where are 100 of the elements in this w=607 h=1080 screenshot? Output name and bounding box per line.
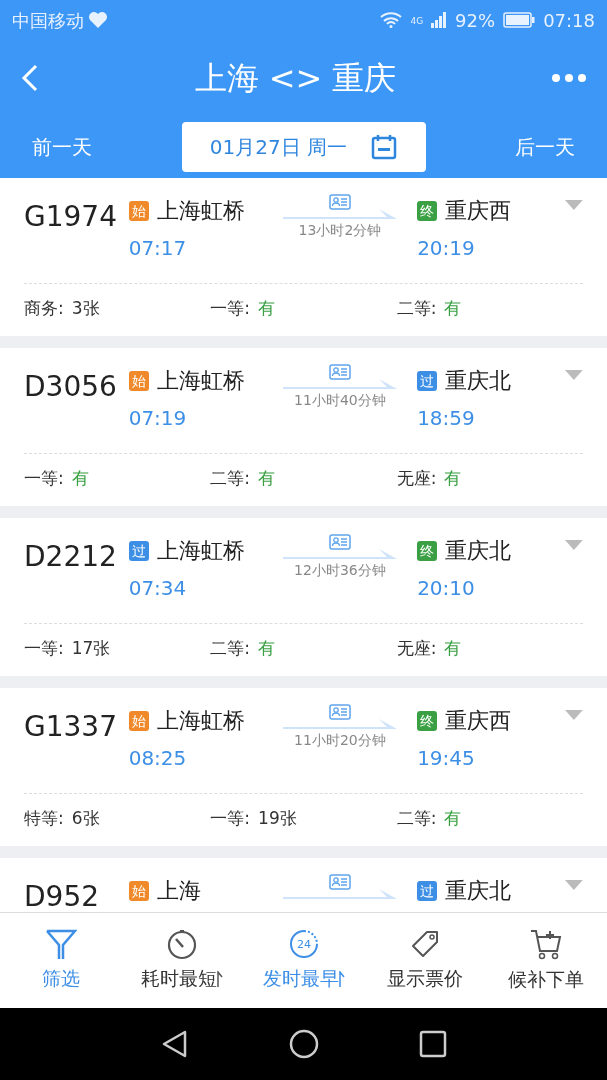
- clock-time: 07:18: [543, 8, 595, 33]
- time-text: 20:19: [417, 235, 476, 262]
- station-name: 上海虹桥: [156, 707, 245, 735]
- train-card[interactable]: D952 始 上海 过 重庆北: [0, 858, 607, 912]
- battery-percent: 92%: [455, 8, 496, 33]
- time-text: 07:17: [128, 235, 188, 262]
- seat-class: 一等:: [24, 467, 64, 490]
- sort-icon: [217, 970, 224, 987]
- train-number: D952: [24, 879, 100, 912]
- seat-availability: 6张: [71, 807, 100, 830]
- station-name: 重庆西: [445, 197, 512, 225]
- id-card-icon: [328, 194, 351, 210]
- station-name: 重庆北: [445, 367, 512, 395]
- sort-icon: [338, 970, 345, 987]
- seat-class: 商务:: [24, 297, 64, 320]
- seat-availability: 有: [258, 297, 276, 320]
- seat-class: 二等:: [396, 297, 437, 320]
- station-tag: 始: [128, 710, 149, 731]
- signal-icon: [431, 12, 448, 28]
- wifi-icon: [380, 12, 403, 28]
- time-text: 19:45: [417, 745, 476, 772]
- station-tag: 始: [128, 880, 149, 901]
- network-label: 4G: [410, 14, 424, 28]
- date-picker[interactable]: 01月27日 周一: [181, 121, 426, 172]
- id-card-icon: [328, 704, 351, 720]
- seat-class: 一等:: [24, 637, 64, 660]
- station-tag: 终: [417, 710, 438, 731]
- seat-availability: 19张: [258, 807, 297, 830]
- heart-icon: [88, 11, 108, 29]
- seat-availability: 有: [444, 467, 462, 490]
- seat-availability: 有: [444, 807, 462, 830]
- station-tag: 过: [417, 370, 438, 391]
- train-card[interactable]: D3056 始 上海虹桥 07:19 11小时40分钟 过 重庆北 18:59 一等: 有 二等: 有 无座: 有: [0, 348, 607, 506]
- toolbar-button[interactable]: 显示票价: [364, 928, 486, 993]
- seat-class: 无座:: [396, 637, 437, 660]
- time-text: 07:19: [128, 405, 188, 432]
- seat-class: 无座:: [396, 467, 437, 490]
- seat-availability: 有: [444, 637, 462, 660]
- icon-number: 24: [296, 938, 311, 952]
- toolbar-button[interactable]: 耗时最短: [121, 928, 243, 993]
- stopwatch-icon: [166, 928, 199, 961]
- seat-class: 特等:: [24, 807, 64, 830]
- train-card[interactable]: G1337 始 上海虹桥 08:25 11小时20分钟 终 重庆西 19:45 特等: 6张 一等: 19张 二等: 有: [0, 688, 607, 846]
- home-nav-icon[interactable]: [288, 1029, 319, 1059]
- battery-icon: [503, 12, 536, 28]
- station-name: 重庆北: [445, 537, 512, 565]
- calendar-icon: [371, 133, 398, 160]
- duration-text: 11小时20分钟: [294, 731, 386, 750]
- station-tag: 过: [128, 540, 149, 561]
- time-text: 20:10: [417, 575, 476, 602]
- duration-text: 11小时40分钟: [294, 391, 386, 410]
- page-title: 上海 <> 重庆: [194, 57, 397, 99]
- seat-availability: 有: [444, 297, 462, 320]
- expand-icon[interactable]: [565, 370, 583, 380]
- train-number: G1337: [24, 709, 118, 745]
- train-number: G1974: [24, 199, 118, 235]
- time-text: 18:59: [417, 405, 476, 432]
- expand-icon[interactable]: [565, 710, 583, 720]
- station-name: 重庆北: [445, 877, 512, 905]
- expand-icon[interactable]: [565, 540, 583, 550]
- train-number: D2212: [24, 539, 118, 575]
- carrier-name: 中国移动: [12, 8, 84, 33]
- filter-icon: [44, 928, 77, 961]
- cart-icon: [529, 927, 564, 962]
- id-card-icon: [328, 364, 351, 380]
- station-tag: 终: [417, 200, 438, 221]
- id-card-icon: [328, 874, 351, 890]
- station-name: 上海虹桥: [156, 367, 245, 395]
- seat-class: 二等:: [210, 467, 251, 490]
- seat-availability: 17张: [71, 637, 111, 660]
- back-icon[interactable]: [20, 62, 40, 93]
- seat-availability: 有: [258, 467, 276, 490]
- seat-class: 二等:: [210, 637, 251, 660]
- back-nav-icon[interactable]: [160, 1029, 189, 1059]
- seat-availability: 有: [258, 637, 276, 660]
- expand-icon[interactable]: [565, 200, 583, 210]
- seat-availability: 3张: [71, 297, 100, 320]
- seat-class: 一等:: [210, 297, 251, 320]
- station-tag: 过: [417, 880, 438, 901]
- more-icon[interactable]: [551, 72, 587, 83]
- expand-icon[interactable]: [565, 880, 583, 890]
- station-name: 上海: [156, 877, 201, 905]
- train-number: D3056: [24, 369, 118, 405]
- duration-text: 12小时36分钟: [294, 561, 386, 580]
- toolbar-button[interactable]: 候补下单: [485, 927, 607, 994]
- station-tag: 始: [128, 200, 149, 221]
- train-card[interactable]: G1974 始 上海虹桥 07:17 13小时2分钟 终 重庆西 20:19 商务: 3张 一等: 有 二等: 有: [0, 178, 607, 336]
- station-tag: 终: [417, 540, 438, 561]
- station-name: 上海虹桥: [156, 537, 245, 565]
- seat-class: 一等:: [210, 807, 251, 830]
- time-text: 07:34: [128, 575, 188, 602]
- time-text: 08:25: [128, 745, 188, 772]
- id-card-icon: [328, 534, 351, 550]
- station-name: 上海虹桥: [156, 197, 245, 225]
- seat-availability: 有: [71, 467, 89, 490]
- train-card[interactable]: D2212 过 上海虹桥 07:34 12小时36分钟 终 重庆北 20:10 一等: 17张 二等: 有 无座: 有: [0, 518, 607, 676]
- recent-apps-icon[interactable]: [418, 1030, 447, 1058]
- seat-class: 二等:: [396, 807, 437, 830]
- duration-text: 13小时2分钟: [298, 221, 382, 240]
- station-name: 重庆西: [445, 707, 512, 735]
